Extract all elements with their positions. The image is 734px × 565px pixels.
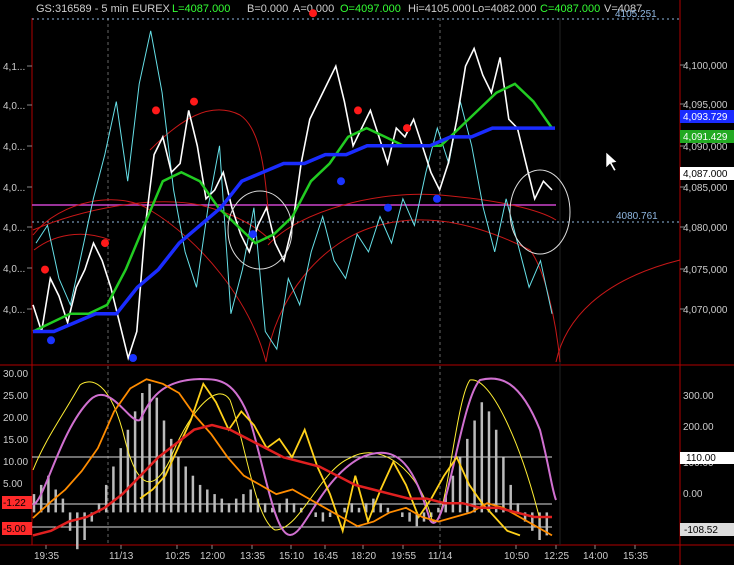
left-axis-label: 4,0... bbox=[3, 142, 25, 153]
x-axis-label: 10:50 bbox=[504, 551, 529, 562]
right-axis-label: 4,080,000 bbox=[683, 223, 728, 234]
lower-left-label: 25.00 bbox=[3, 391, 28, 402]
left-axis-label: 4,0... bbox=[3, 305, 25, 316]
left-axis-label: 4,0... bbox=[3, 264, 25, 275]
high-mark-dot bbox=[101, 239, 109, 248]
x-axis-label: 12:25 bbox=[544, 551, 569, 562]
value-badge: -108.52 bbox=[684, 525, 718, 536]
lower-right-label: 200.00 bbox=[683, 422, 714, 433]
lower-right-label: 300.00 bbox=[683, 391, 714, 402]
left-axis-label: 4,0... bbox=[3, 183, 25, 194]
x-axis-label: 12:00 bbox=[200, 551, 225, 562]
high-mark-dot bbox=[354, 106, 362, 115]
x-axis-label: 11/13 bbox=[109, 551, 134, 562]
high-mark-dot bbox=[41, 265, 49, 274]
lower-left-label: -5.00 bbox=[3, 524, 26, 535]
last-badge: 4,087.000 bbox=[683, 169, 728, 180]
high-line-label: 4105.251 bbox=[615, 9, 657, 20]
lower-left-label: 30.00 bbox=[3, 369, 28, 380]
green-ma-badge: 4,091.429 bbox=[683, 132, 728, 143]
low-mark-dot bbox=[249, 230, 257, 239]
low-mark-dot bbox=[384, 203, 392, 212]
x-axis-label: 11/14 bbox=[428, 551, 453, 562]
header-symbol: GS:316589 - 5 min bbox=[36, 3, 128, 15]
right-axis-label: 4,095,000 bbox=[683, 100, 728, 111]
blue-ma-badge: 4,093.729 bbox=[683, 112, 728, 123]
lower-left-label: 5.00 bbox=[3, 479, 23, 490]
right-axis-label: 4,085,000 bbox=[683, 183, 728, 194]
x-axis-label: 15:35 bbox=[623, 551, 648, 562]
x-axis-label: 16:45 bbox=[313, 551, 338, 562]
header-open: O=4097.000 bbox=[340, 3, 401, 15]
right-axis-label: 4,090,000 bbox=[683, 142, 728, 153]
header-last: L=4087.000 bbox=[172, 3, 230, 15]
high-mark-dot bbox=[403, 124, 411, 133]
lower-left-label: 15.00 bbox=[3, 435, 28, 446]
lower-left-label: -1.22 bbox=[3, 498, 26, 509]
header-exchange: EUREX bbox=[132, 3, 171, 15]
lower-left-label: 10.00 bbox=[3, 457, 28, 468]
header-bid: B=0.000 bbox=[247, 3, 288, 15]
x-axis-label: 15:10 bbox=[279, 551, 304, 562]
header-high: Hi=4105.000 bbox=[408, 3, 471, 15]
low-mark-dot bbox=[337, 177, 345, 186]
chart-canvas: GS:316589 - 5 min EUREX L=4087.000 B=0.0… bbox=[0, 0, 734, 565]
low-mark-dot bbox=[129, 354, 137, 362]
background bbox=[0, 0, 734, 565]
right-axis-label: 4,075,000 bbox=[683, 265, 728, 276]
low-mark-dot bbox=[433, 194, 441, 203]
x-axis-label: 18:20 bbox=[351, 551, 376, 562]
mid-line-label: 4080.761 bbox=[616, 211, 658, 222]
high-mark-dot bbox=[309, 9, 317, 18]
x-axis-label: 10:25 bbox=[165, 551, 190, 562]
x-axis-label: 19:35 bbox=[34, 551, 59, 562]
lower-right-label: 0.00 bbox=[683, 489, 703, 500]
chart-header: GS:316589 - 5 min EUREX L=4087.000 B=0.0… bbox=[36, 3, 642, 15]
high-mark-dot bbox=[152, 106, 160, 115]
x-axis-label: 19:55 bbox=[391, 551, 416, 562]
left-axis-label: 4,0... bbox=[3, 101, 25, 112]
x-axis-label: 14:00 bbox=[583, 551, 608, 562]
high-mark-dot bbox=[190, 97, 198, 106]
x-axis-label: 13:35 bbox=[240, 551, 265, 562]
low-mark-dot bbox=[47, 336, 55, 345]
right-axis-label: 4,100,000 bbox=[683, 61, 728, 72]
header-low: Lo=4082.000 bbox=[472, 3, 537, 15]
left-axis-label: 4,1... bbox=[3, 62, 25, 73]
header-close: C=4087.000 bbox=[540, 3, 600, 15]
lower-left-label: 20.00 bbox=[3, 413, 28, 424]
yellow-badge: 110.00 bbox=[686, 453, 716, 464]
left-axis-label: 4,0... bbox=[3, 223, 25, 234]
right-axis-label: 4,070,000 bbox=[683, 305, 728, 316]
